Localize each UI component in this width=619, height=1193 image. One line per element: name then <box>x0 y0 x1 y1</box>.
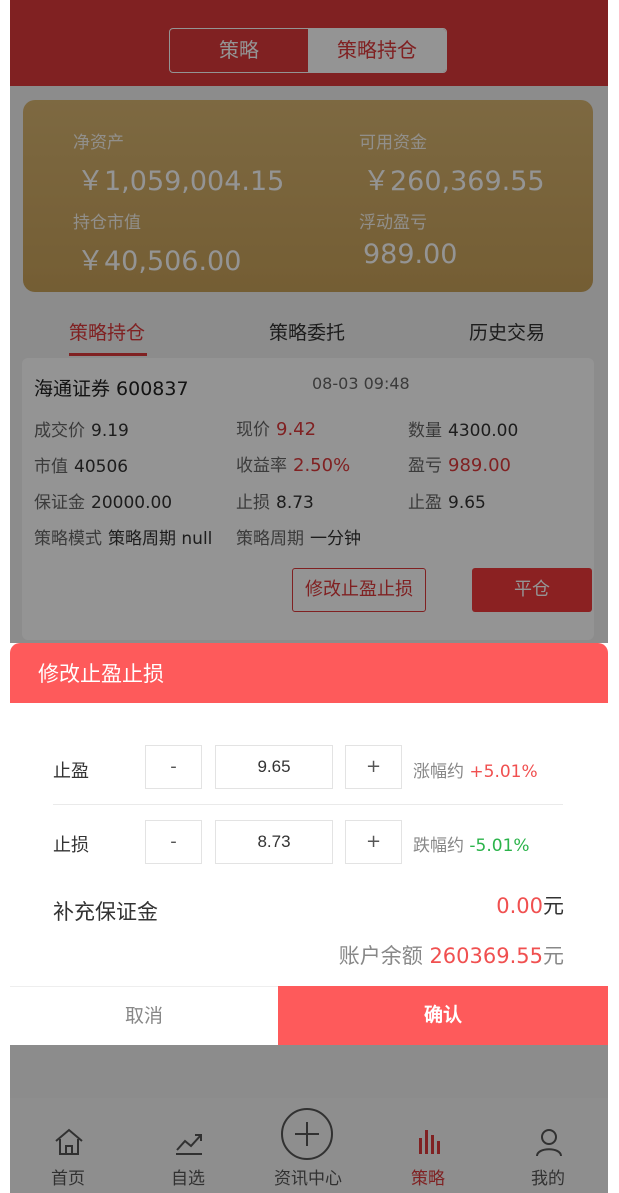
take-profit-plus-button[interactable]: + <box>345 745 402 789</box>
row-divider <box>53 804 563 805</box>
stop-loss-row-label: 止损 <box>53 835 89 856</box>
app-root: 策略 策略持仓 净资产 ￥1,059,004.15 可用资金 ￥260,369.… <box>10 0 608 1193</box>
modal-title: 修改止盈止损 <box>38 662 164 686</box>
take-profit-hint: 涨幅约 +5.01% <box>413 757 538 782</box>
stop-loss-minus-button[interactable]: - <box>145 820 202 864</box>
cancel-button[interactable]: 取消 <box>10 986 278 1045</box>
account-balance: 账户余额 260369.55元 <box>339 940 564 970</box>
extra-margin-value: 0.00元 <box>496 890 564 920</box>
modify-stop-modal: 修改止盈止损 止盈 - + 涨幅约 +5.01% 止损 - + 跌幅约 -5.0… <box>10 643 608 1045</box>
stop-loss-hint: 跌幅约 -5.01% <box>413 831 530 856</box>
take-profit-pct: +5.01% <box>469 762 538 782</box>
account-balance-label: 账户余额 <box>338 944 423 968</box>
account-balance-amount: 260369.55 <box>429 944 543 968</box>
confirm-button[interactable]: 确认 <box>278 986 608 1045</box>
extra-margin-label: 补充保证金 <box>53 900 158 924</box>
stop-loss-input[interactable] <box>215 820 333 864</box>
take-profit-minus-button[interactable]: - <box>145 745 202 789</box>
modal-header: 修改止盈止损 <box>10 643 608 703</box>
stop-loss-hint-label: 跌幅约 <box>413 836 464 856</box>
take-profit-row-label: 止盈 <box>53 761 89 782</box>
stop-loss-plus-button[interactable]: + <box>345 820 402 864</box>
extra-margin-unit: 元 <box>543 894 564 918</box>
extra-margin-amount: 0.00 <box>496 894 543 918</box>
take-profit-input[interactable] <box>215 745 333 789</box>
take-profit-hint-label: 涨幅约 <box>413 762 464 782</box>
stop-loss-pct: -5.01% <box>469 836 530 856</box>
account-balance-unit: 元 <box>543 944 564 968</box>
